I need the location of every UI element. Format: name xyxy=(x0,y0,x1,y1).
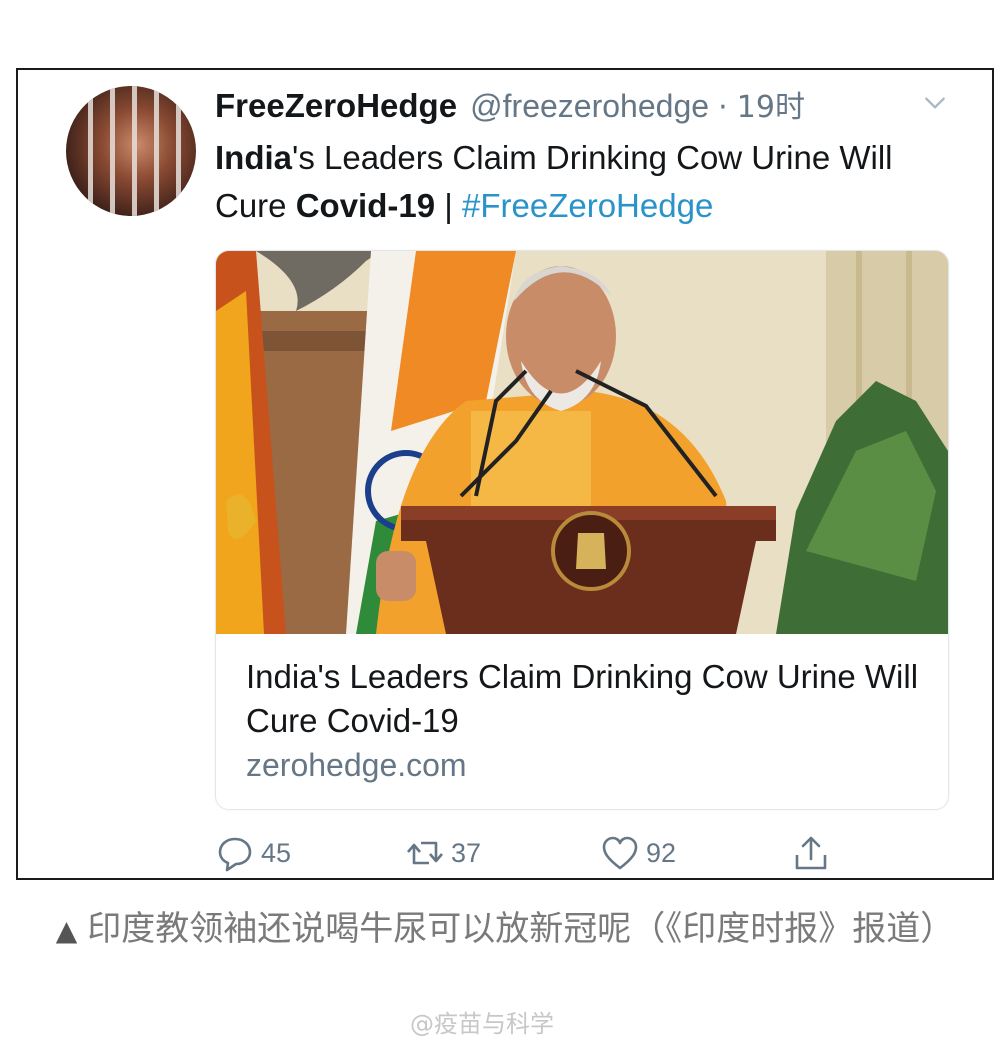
retweet-icon xyxy=(407,841,443,865)
caption-text: 印度教领袖还说喝牛尿可以放新冠呢（《印度时报》报道） xyxy=(87,909,955,949)
chevron-down-icon[interactable] xyxy=(922,90,948,116)
tweet-screenshot-frame: FreeZeroHedge @freezerohedge · 19时 India… xyxy=(16,68,994,880)
header-separator: · xyxy=(718,90,728,125)
like-count: 92 xyxy=(646,837,677,868)
heart-icon xyxy=(602,836,638,870)
watermark: @疫苗与科学 xyxy=(410,1010,554,1038)
retweet-button[interactable]: 37 xyxy=(405,830,481,876)
image-caption: ▲ 印度教领袖还说喝牛尿可以放新冠呢（《印度时报》报道） xyxy=(30,902,980,958)
hashtag-link[interactable]: #FreeZeroHedge xyxy=(462,187,713,224)
caption-marker: ▲ xyxy=(55,914,78,947)
tweet-text: India's Leaders Claim Drinking Cow Urine… xyxy=(215,134,955,230)
user-avatar[interactable] xyxy=(66,86,196,216)
tweet-actions: 45 37 92 xyxy=(215,830,955,876)
card-domain: zerohedge.com xyxy=(246,747,467,783)
link-preview-card[interactable]: India's Leaders Claim Drinking Cow Urine… xyxy=(215,250,949,810)
tweet-timestamp[interactable]: 19时 xyxy=(737,90,805,125)
display-name[interactable]: FreeZeroHedge xyxy=(215,87,457,124)
tweet-text-bold-covid: Covid-19 xyxy=(295,187,436,224)
reply-count: 45 xyxy=(261,837,292,868)
user-handle[interactable]: @freezerohedge xyxy=(470,88,709,124)
card-title: India's Leaders Claim Drinking Cow Urine… xyxy=(246,658,919,739)
reply-icon xyxy=(218,837,252,872)
card-photo xyxy=(216,251,948,634)
tweet-text-pipe: | xyxy=(435,187,462,224)
tweet-text-bold-india: India xyxy=(215,139,293,176)
tweet-header: FreeZeroHedge @freezerohedge · 19时 xyxy=(215,82,972,126)
retweet-count: 37 xyxy=(451,837,482,868)
share-icon xyxy=(795,836,827,870)
like-button[interactable]: 92 xyxy=(600,830,676,876)
reply-button[interactable]: 45 xyxy=(215,830,291,876)
share-button[interactable] xyxy=(791,830,831,876)
